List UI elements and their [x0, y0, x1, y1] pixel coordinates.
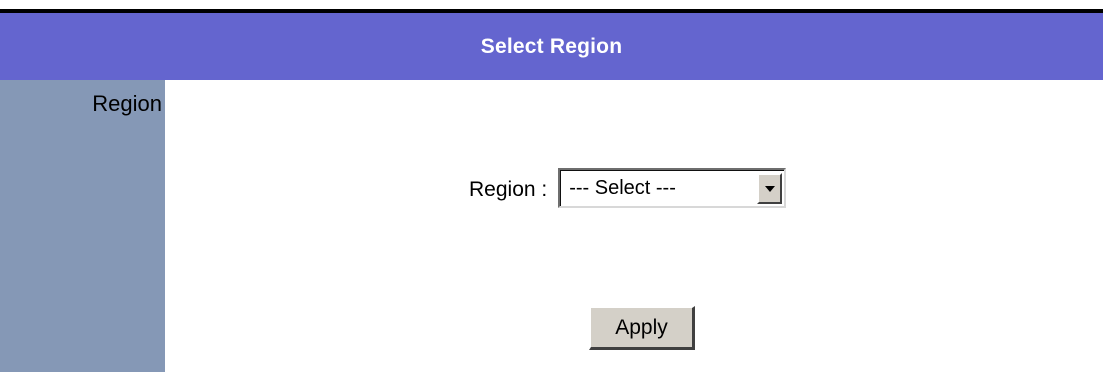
region-select-value: --- Select --- — [569, 177, 676, 199]
region-select[interactable]: --- Select --- — [558, 168, 787, 208]
region-select-dropdown-button[interactable] — [757, 173, 783, 204]
header-bar: Select Region — [0, 13, 1103, 80]
chevron-down-icon — [764, 185, 775, 192]
sidebar: Region — [0, 80, 165, 372]
page-title: Select Region — [480, 34, 623, 58]
region-row: Region : --- Select --- — [469, 168, 787, 208]
apply-button[interactable]: Apply — [589, 306, 695, 350]
page: Select Region Region Region : --- Select… — [0, 0, 1103, 372]
region-field-label: Region : — [469, 178, 548, 201]
content-panel: Region : --- Select --- Apply — [165, 80, 1103, 372]
sidebar-section-label: Region — [92, 91, 162, 116]
